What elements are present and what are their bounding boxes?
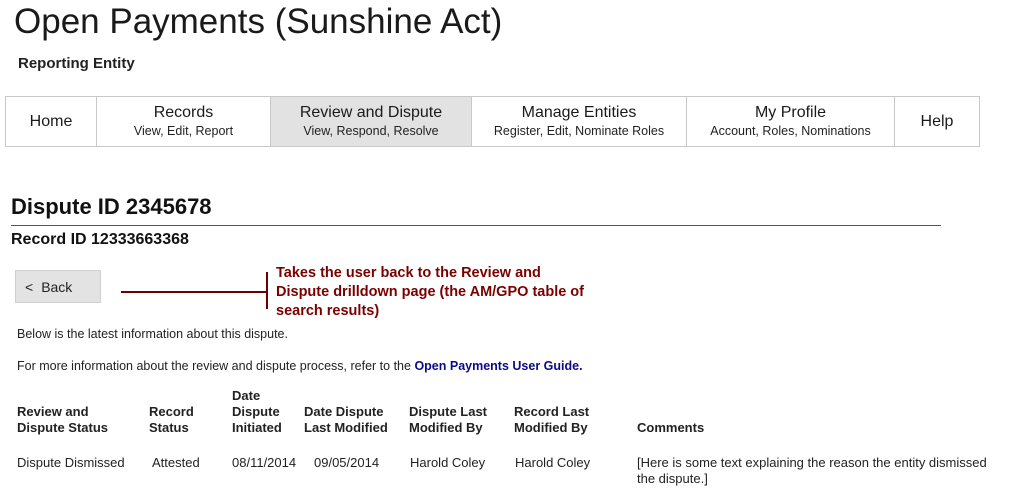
cell-review-status: Dispute Dismissed <box>17 455 125 470</box>
nav-review-and-dispute-label: Review and Dispute <box>299 104 443 121</box>
col-header-line: Date <box>232 388 261 403</box>
col-header-line: Last Modified <box>304 420 388 435</box>
col-header-line: Initiated <box>232 420 282 435</box>
heading-divider <box>11 225 941 226</box>
nav-help[interactable]: Help <box>895 97 979 146</box>
col-header-line: Status <box>149 420 189 435</box>
nav-records[interactable]: Records View, Edit, Report <box>97 97 271 146</box>
annotation-connector-line <box>121 291 266 293</box>
nav-manage-entities-sublabel: Register, Edit, Nominate Roles <box>493 124 665 138</box>
nav-home[interactable]: Home <box>6 97 97 146</box>
chevron-left-icon: < <box>25 278 34 295</box>
nav-records-sublabel: View, Edit, Report <box>133 124 234 138</box>
cell-date-last-modified: 09/05/2014 <box>314 455 380 470</box>
nav-review-and-dispute[interactable]: Review and Dispute View, Respond, Resolv… <box>271 97 472 146</box>
col-header-line: Modified By <box>514 420 588 435</box>
col-header-line: Date Dispute <box>304 404 384 419</box>
col-header-line: Comments <box>637 420 705 435</box>
col-header-dispute-modified-by: Dispute Last Modified By <box>409 404 487 436</box>
dispute-id-heading: Dispute ID 2345678 <box>11 194 212 219</box>
nav-review-and-dispute-sublabel: View, Respond, Resolve <box>303 124 439 138</box>
col-header-line: Record Last <box>514 404 590 419</box>
main-nav: Home Records View, Edit, Report Review a… <box>5 96 980 147</box>
col-header-record-status: Record Status <box>149 404 194 436</box>
col-header-line: Dispute Last <box>409 404 488 419</box>
cell-date-initiated: 08/11/2014 <box>232 455 297 470</box>
nav-my-profile-sublabel: Account, Roles, Nominations <box>710 124 871 138</box>
reporting-entity-subtitle: Reporting Entity <box>18 55 135 72</box>
info-guide-text: For more information about the review an… <box>17 359 583 373</box>
col-header-record-modified-by: Record Last Modified By <box>514 404 589 436</box>
col-header-line: Record <box>149 404 194 419</box>
nav-my-profile[interactable]: My Profile Account, Roles, Nominations <box>687 97 895 146</box>
col-header-line: Review and <box>17 404 89 419</box>
nav-manage-entities-label: Manage Entities <box>521 104 637 121</box>
col-header-date-last-modified: Date Dispute Last Modified <box>304 404 388 436</box>
nav-records-label: Records <box>153 104 214 121</box>
cell-record-status: Attested <box>152 455 200 470</box>
annotation-bracket <box>266 272 268 309</box>
nav-help-label: Help <box>920 112 954 130</box>
app-title: Open Payments (Sunshine Act) <box>14 2 503 41</box>
nav-home-label: Home <box>29 112 73 130</box>
nav-my-profile-label: My Profile <box>754 104 827 121</box>
info-text: Below is the latest information about th… <box>17 327 288 341</box>
cell-comments: [Here is some text explaining the reason… <box>637 455 987 486</box>
record-id-heading: Record ID 12333663368 <box>11 231 189 248</box>
cell-record-modified-by: Harold Coley <box>515 455 591 470</box>
col-header-line: Modified By <box>409 420 483 435</box>
nav-manage-entities[interactable]: Manage Entities Register, Edit, Nominate… <box>472 97 687 146</box>
col-header-line: Dispute Status <box>17 420 109 435</box>
info-guide-prefix: For more information about the review an… <box>17 359 415 373</box>
col-header-review-status: Review and Dispute Status <box>17 404 108 436</box>
cell-dispute-modified-by: Harold Coley <box>410 455 486 470</box>
annotation-note: Takes the user back to the Review and Di… <box>276 265 584 319</box>
col-header-line: Dispute <box>232 404 280 419</box>
user-guide-link[interactable]: Open Payments User Guide. <box>414 359 582 373</box>
back-button-label: Back <box>41 278 73 295</box>
back-button[interactable]: < Back <box>15 270 101 303</box>
col-header-date-initiated: Date Dispute Initiated <box>232 388 282 436</box>
col-header-comments: Comments <box>637 420 704 436</box>
